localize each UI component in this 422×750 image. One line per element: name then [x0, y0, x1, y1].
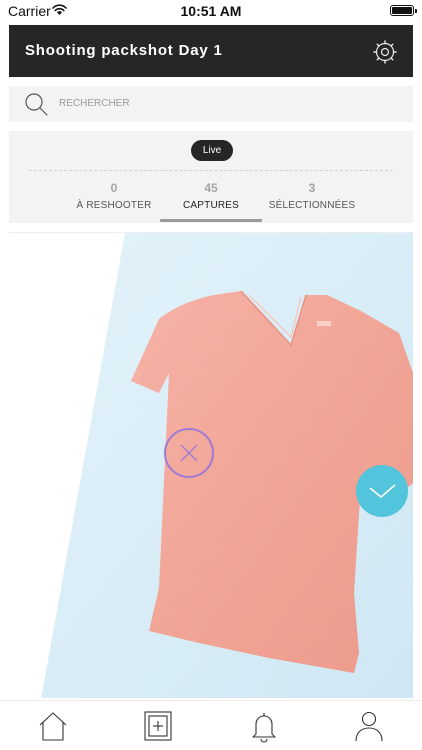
close-icon — [180, 444, 198, 462]
profile-icon — [355, 711, 383, 742]
search-bar — [9, 86, 413, 122]
selected-count: 3 — [308, 181, 316, 195]
tab-add-photo[interactable] — [141, 709, 175, 743]
accept-button[interactable] — [356, 465, 408, 517]
tab-home[interactable] — [36, 709, 70, 743]
gear-icon — [373, 40, 397, 64]
search-icon — [25, 93, 48, 116]
reshoot-label: À RESHOOTER — [76, 200, 152, 211]
stats-panel: Live 0 À RESHOOTER 45 CAPTURES 3 SÉLECTI… — [9, 131, 413, 223]
tab-profile[interactable] — [352, 709, 386, 743]
tab-notifications[interactable] — [247, 709, 281, 743]
home-icon — [39, 712, 67, 741]
captures-label: CAPTURES — [182, 200, 240, 211]
add-photo-icon — [144, 711, 172, 741]
photo-card[interactable] — [9, 232, 413, 698]
divider — [29, 170, 393, 171]
live-badge: Live — [191, 140, 233, 161]
reject-button[interactable] — [164, 428, 214, 478]
settings-button[interactable] — [373, 40, 397, 64]
status-bar: Carrier 10:51 AM — [0, 0, 422, 22]
captures-count: 45 — [204, 181, 218, 195]
tab-captures[interactable]: 45 CAPTURES — [156, 181, 266, 211]
tab-selected[interactable]: 3 SÉLECTIONNÉES — [257, 181, 367, 211]
active-tab-indicator — [160, 219, 262, 222]
reshoot-count: 0 — [110, 181, 118, 195]
status-time: 10:51 AM — [180, 3, 242, 19]
app-screen: Carrier 10:51 AM Shooting packshot Day 1 — [0, 0, 422, 750]
battery-icon — [390, 5, 417, 16]
app-header: Shooting packshot Day 1 — [9, 25, 413, 77]
page-title: Shooting packshot Day 1 — [25, 42, 223, 59]
tab-reshoot[interactable]: 0 À RESHOOTER — [59, 181, 169, 211]
check-icon — [369, 484, 396, 498]
search-input[interactable] — [59, 92, 359, 114]
selected-label: SÉLECTIONNÉES — [268, 200, 356, 211]
bell-icon — [252, 713, 276, 743]
tab-bar — [0, 700, 422, 750]
